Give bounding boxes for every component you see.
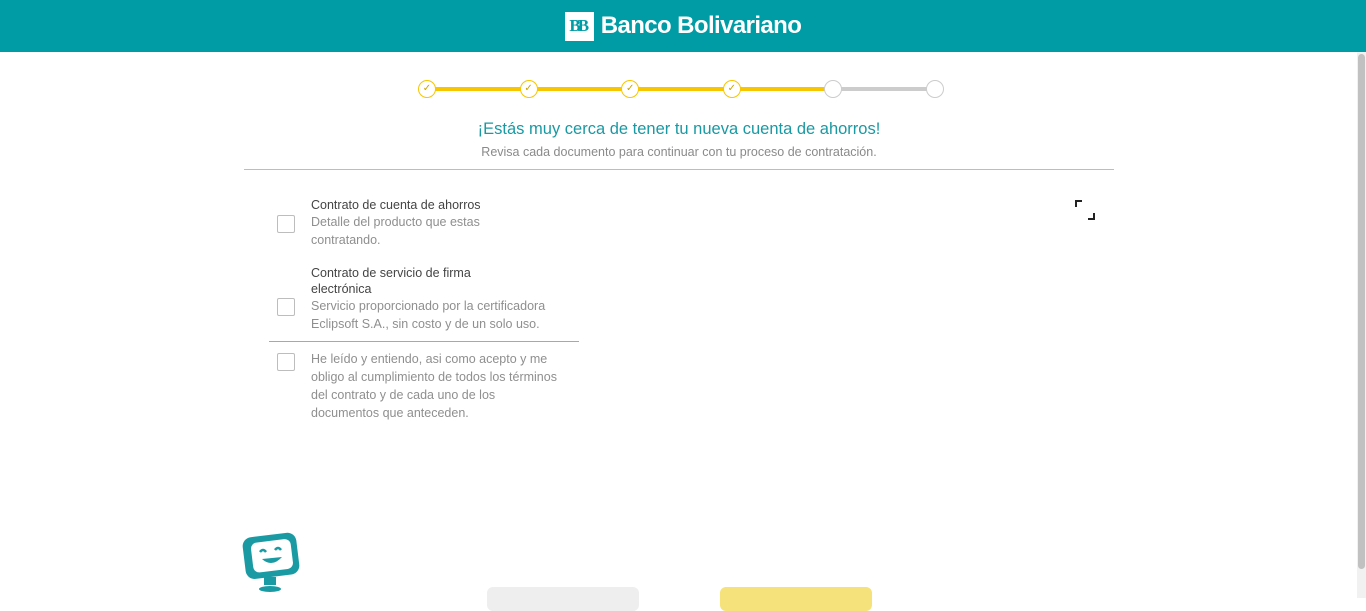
document-item-signature-contract: Contrato de servicio de firma electrónic… bbox=[269, 265, 579, 333]
step-pending-icon bbox=[824, 80, 843, 98]
step-completed-icon: ✓ bbox=[418, 80, 436, 98]
stepper-connector bbox=[731, 87, 834, 91]
document-title: Contrato de servicio de firma electrónic… bbox=[311, 266, 471, 296]
acceptance-checkbox[interactable] bbox=[277, 353, 295, 371]
continue-button[interactable] bbox=[720, 587, 872, 611]
step-pending-icon bbox=[926, 80, 944, 98]
scrollbar-thumb[interactable] bbox=[1358, 54, 1365, 569]
document-description: Servicio proporcionado por la certificad… bbox=[311, 299, 546, 331]
header-divider bbox=[244, 169, 1114, 170]
document-description: Detalle del producto que estas contratan… bbox=[311, 215, 480, 247]
step-completed-icon: ✓ bbox=[722, 80, 741, 98]
step-completed-icon: ✓ bbox=[519, 80, 538, 98]
vertical-scrollbar[interactable] bbox=[1357, 52, 1366, 598]
document-list: Contrato de cuenta de ahorros Detalle de… bbox=[269, 197, 579, 422]
progress-stepper: ✓ ✓ ✓ ✓ bbox=[418, 80, 944, 98]
page-title: ¡Estás muy cerca de tener tu nueva cuent… bbox=[477, 120, 881, 138]
expand-icon[interactable] bbox=[1074, 199, 1096, 221]
stepper-connector bbox=[427, 87, 529, 91]
signature-contract-checkbox[interactable] bbox=[277, 298, 295, 316]
document-title: Contrato de cuenta de ahorros bbox=[311, 198, 481, 212]
savings-contract-checkbox[interactable] bbox=[277, 215, 295, 233]
document-item-savings-contract: Contrato de cuenta de ahorros Detalle de… bbox=[269, 197, 579, 251]
back-button[interactable] bbox=[487, 587, 639, 611]
brand-name: Banco Bolivariano bbox=[600, 12, 802, 39]
stepper-connector bbox=[833, 87, 935, 91]
page-subtitle: Revisa cada documento para continuar con… bbox=[481, 145, 877, 159]
stepper-connector bbox=[630, 87, 732, 91]
stepper-connector bbox=[528, 87, 631, 91]
acceptance-divider bbox=[269, 341, 579, 342]
bb-logo-icon: BB bbox=[564, 11, 594, 41]
acceptance-item: He leído y entiendo, asi como acepto y m… bbox=[269, 350, 579, 422]
step-completed-icon: ✓ bbox=[621, 80, 640, 98]
acceptance-text: He leído y entiendo, asi como acepto y m… bbox=[311, 352, 557, 420]
brand-logo: BB Banco Bolivariano bbox=[564, 11, 802, 41]
mascot-icon[interactable] bbox=[240, 532, 300, 594]
top-bar: BB Banco Bolivariano bbox=[0, 0, 1366, 52]
